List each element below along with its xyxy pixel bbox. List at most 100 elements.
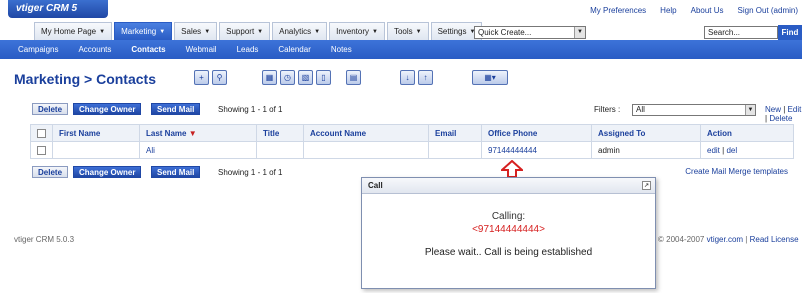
sign-out-link[interactable]: Sign Out (admin)	[738, 6, 798, 15]
menu-marketing[interactable]: Marketing ▼	[114, 22, 173, 40]
row-checkbox[interactable]	[37, 145, 46, 155]
clock-icon[interactable]: ◷	[280, 70, 295, 85]
showing-count-bottom: Showing 1 - 1 of 1	[218, 168, 283, 177]
menu-analytics[interactable]: Analytics ▼	[272, 22, 328, 40]
col-first-name[interactable]: First Name	[52, 124, 140, 142]
call-status-message: Please wait.. Call is being established	[424, 247, 593, 258]
menu-my-home-page[interactable]: My Home Page ▼	[34, 22, 113, 40]
footer-copyright: © 2004-2007 vtiger.com | Read License	[658, 235, 799, 244]
read-license-link[interactable]: Read License	[750, 235, 799, 244]
subnav-calendar[interactable]: Calendar	[268, 45, 320, 54]
footer-version: vtiger CRM 5.0.3	[14, 235, 75, 244]
call-dialog-body: Calling: <97144444444> Please wait.. Cal…	[362, 211, 655, 258]
find-button[interactable]: Find	[778, 25, 802, 40]
filters-label: Filters :	[594, 105, 621, 114]
col-title[interactable]: Title	[256, 124, 304, 142]
cell-first-name	[52, 141, 140, 159]
menu-sales[interactable]: Sales ▼	[174, 22, 218, 40]
add-icon[interactable]: +	[194, 70, 209, 85]
showing-count: Showing 1 - 1 of 1	[218, 105, 283, 114]
delete-link[interactable]: Delete	[769, 114, 792, 123]
export-icon[interactable]: ↑	[418, 70, 433, 85]
calendar-icon[interactable]: ▦	[262, 70, 277, 85]
delete-button-bottom[interactable]: Delete	[32, 166, 69, 178]
quick-create-value: Quick Create...	[478, 28, 532, 37]
col-action: Action	[700, 124, 794, 142]
delete-button[interactable]: Delete	[32, 103, 69, 115]
app-logo-text: vtiger CRM 5	[16, 3, 78, 14]
page-title: Marketing > Contacts	[14, 71, 156, 87]
chevron-down-icon: ▼	[99, 28, 106, 35]
subnav-campaigns[interactable]: Campaigns	[8, 45, 68, 54]
change-owner-button-bottom[interactable]: Change Owner	[73, 166, 142, 178]
menu-support[interactable]: Support ▼	[219, 22, 271, 40]
menu-tools[interactable]: Tools ▼	[386, 22, 429, 40]
up-arrow-icon	[501, 160, 523, 178]
row-select-cell	[30, 141, 53, 159]
change-owner-button[interactable]: Change Owner	[73, 103, 142, 115]
edit-link[interactable]: Edit	[788, 105, 802, 114]
import-icon[interactable]: ↓	[400, 70, 415, 85]
mail-merge-link[interactable]: Create Mail Merge templates	[685, 167, 788, 176]
chevron-down-icon: ▼	[257, 28, 264, 35]
chevron-down-icon[interactable]: ▼	[574, 27, 585, 38]
calling-label: Calling:	[491, 211, 526, 222]
my-preferences-link[interactable]: My Preferences	[590, 6, 646, 15]
chevron-down-icon: ▼	[314, 28, 321, 35]
calculator-icon[interactable]: ▧	[298, 70, 313, 85]
subnav-contacts[interactable]: Contacts	[121, 45, 175, 54]
col-assigned-to[interactable]: Assigned To	[591, 124, 701, 142]
vtiger-site-link[interactable]: vtiger.com	[707, 235, 743, 244]
select-all-cell	[30, 124, 53, 142]
quick-create-select[interactable]: Quick Create... ▼	[474, 26, 586, 39]
menu-inventory[interactable]: Inventory ▼	[329, 22, 385, 40]
cell-action: edit | del	[700, 141, 794, 159]
row-edit-link[interactable]: edit	[707, 146, 720, 155]
search-icon[interactable]: ⚲	[212, 70, 227, 85]
call-dialog-header[interactable]: Call ↗	[362, 178, 655, 194]
list-action-links: New | Edit | Delete	[765, 105, 802, 123]
filter-select[interactable]: All ▼	[632, 104, 756, 116]
chevron-down-icon: ▼	[204, 28, 211, 35]
cell-office-phone[interactable]: 97144444444	[481, 141, 592, 159]
chevron-down-icon: ▼	[159, 28, 166, 35]
cell-last-name[interactable]: Ali	[139, 141, 257, 159]
send-mail-button-bottom[interactable]: Send Mail	[151, 166, 201, 178]
chevron-down-icon: ▼	[415, 28, 422, 35]
col-last-name[interactable]: Last Name ▼	[139, 124, 257, 142]
about-us-link[interactable]: About Us	[691, 6, 724, 15]
chevron-down-icon[interactable]: ▼	[745, 105, 755, 115]
filter-value: All	[636, 105, 645, 114]
call-dialog-title: Call	[368, 181, 383, 190]
select-all-checkbox[interactable]	[37, 128, 46, 138]
cell-email	[428, 141, 482, 159]
chat-icon[interactable]: ▯	[316, 70, 331, 85]
cell-account-name	[303, 141, 429, 159]
search-input[interactable]: Search...	[704, 26, 778, 39]
table-row: Ali 97144444444 admin edit | del	[30, 141, 794, 159]
row-del-link[interactable]: del	[726, 146, 737, 155]
chevron-down-icon: ▼	[372, 28, 378, 35]
cell-assigned-to: admin	[591, 141, 701, 159]
col-email[interactable]: Email	[428, 124, 482, 142]
cell-title	[256, 141, 304, 159]
col-office-phone[interactable]: Office Phone	[481, 124, 592, 142]
subnav-notes[interactable]: Notes	[321, 45, 362, 54]
new-link[interactable]: New	[765, 105, 781, 114]
top-links: My Preferences Help About Us Sign Out (a…	[590, 6, 798, 15]
contacts-table: First Name Last Name ▼ Title Account Nam…	[30, 124, 794, 159]
close-icon[interactable]: ↗	[642, 181, 651, 190]
sub-navigation: Campaigns Accounts Contacts Webmail Lead…	[0, 40, 802, 59]
table-header-row: First Name Last Name ▼ Title Account Nam…	[30, 124, 794, 142]
document-icon[interactable]: ▤	[346, 70, 361, 85]
app-logo[interactable]: vtiger CRM 5	[8, 0, 108, 18]
send-mail-button[interactable]: Send Mail	[151, 103, 201, 115]
subnav-webmail[interactable]: Webmail	[176, 45, 227, 54]
calling-number: <97144444444>	[472, 224, 545, 235]
sort-desc-icon: ▼	[188, 128, 197, 138]
help-link[interactable]: Help	[660, 6, 676, 15]
subnav-accounts[interactable]: Accounts	[68, 45, 121, 54]
col-account-name[interactable]: Account Name	[303, 124, 429, 142]
grid-view-icon[interactable]: ▦▾	[472, 70, 508, 85]
subnav-leads[interactable]: Leads	[227, 45, 269, 54]
